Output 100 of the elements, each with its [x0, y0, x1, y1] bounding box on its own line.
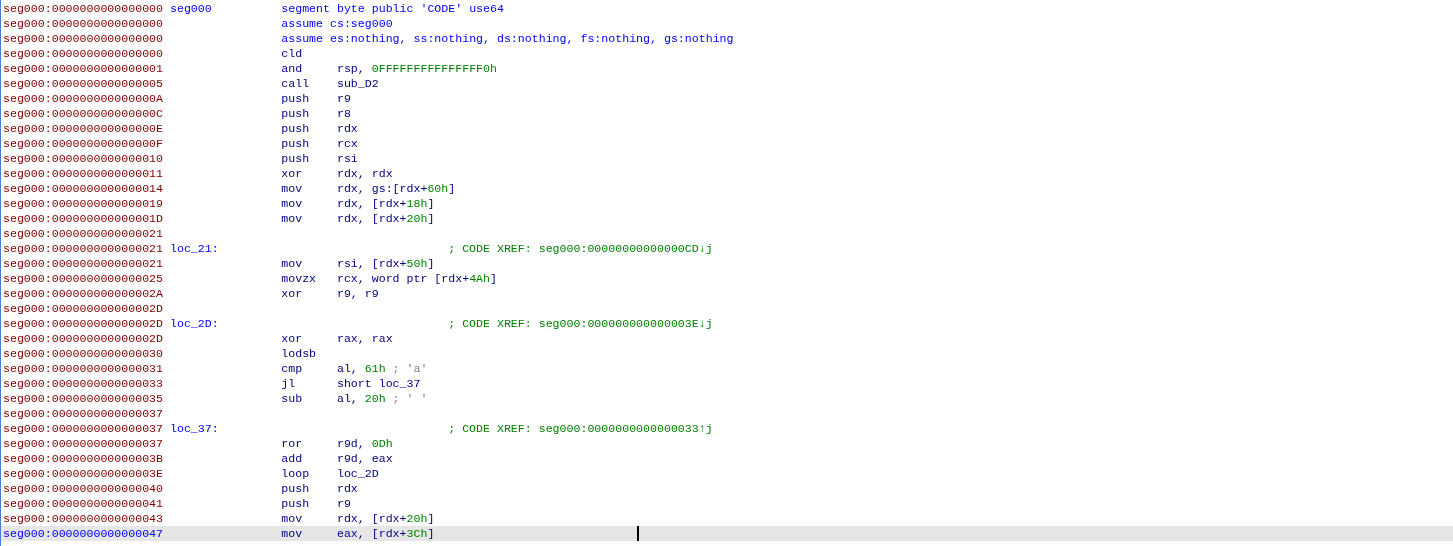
code-line[interactable]: seg000:0000000000000033 jl short loc_37	[1, 376, 1453, 391]
directive-text: assume es:nothing, ss:nothing, ds:nothing, fs:nothing, gs:nothing	[281, 31, 734, 46]
mnemonic: push	[281, 121, 311, 136]
mnemonic: loop	[281, 466, 311, 481]
code-line[interactable]: seg000:000000000000000E push rdx	[1, 121, 1453, 136]
address: seg000:000000000000003B	[3, 451, 165, 466]
operands: rcx	[336, 136, 358, 151]
operands: rsp, 0FFFFFFFFFFFFFFF0h	[336, 61, 497, 76]
code-line[interactable]: seg000:0000000000000000 seg000 segment byte public 'CODE' use64	[1, 1, 1453, 16]
code-line[interactable]: seg000:0000000000000011 xor rdx, rdx	[1, 166, 1453, 181]
code-line[interactable]: seg000:0000000000000000 assume cs:seg000	[1, 16, 1453, 31]
operands: r9, r9	[336, 286, 379, 301]
address: seg000:000000000000000C	[3, 106, 165, 121]
operands: rdx, [rdx+20h]	[336, 211, 435, 226]
address: seg000:0000000000000041	[3, 496, 165, 511]
xref-comment: ; CODE XREF: seg000:000000000000003E↓j	[448, 316, 713, 331]
mnemonic: push	[281, 151, 311, 166]
operands: eax, [rdx+3Ch]	[336, 526, 435, 541]
code-line[interactable]: seg000:000000000000002D	[1, 301, 1453, 316]
code-line[interactable]: seg000:0000000000000041 push r9	[1, 496, 1453, 511]
operands: rdx, [rdx+20h]	[336, 511, 435, 526]
mnemonic: call	[281, 76, 311, 91]
mnemonic: jl	[281, 376, 297, 391]
mnemonic: push	[281, 136, 311, 151]
code-line[interactable]: seg000:000000000000001D mov rdx, [rdx+20h]	[1, 211, 1453, 226]
code-line[interactable]: seg000:000000000000002D loc_2D: ; CODE XREF: seg000:000000000000003E↓j	[1, 316, 1453, 331]
operands: loc_2D	[336, 466, 379, 481]
code-line[interactable]: seg000:000000000000002D xor rax, rax	[1, 331, 1453, 346]
operands: rdx, rdx	[336, 166, 393, 181]
address: seg000:000000000000001D	[3, 211, 165, 226]
mnemonic: xor	[281, 331, 304, 346]
code-line[interactable]: seg000:000000000000002A xor r9, r9	[1, 286, 1453, 301]
address: seg000:0000000000000031	[3, 361, 165, 376]
operands: sub_D2	[336, 76, 379, 91]
code-line[interactable]: seg000:0000000000000000 assume es:nothing, ss:nothing, ds:nothing, fs:nothing, gs:nothing	[1, 31, 1453, 46]
mnemonic: xor	[281, 166, 304, 181]
address: seg000:0000000000000000	[3, 16, 165, 31]
mnemonic: lodsb	[281, 346, 318, 361]
address: seg000:0000000000000010	[3, 151, 165, 166]
code-line[interactable]: seg000:000000000000000F push rcx	[1, 136, 1453, 151]
mnemonic: mov	[281, 526, 304, 541]
code-line[interactable]: seg000:0000000000000021	[1, 226, 1453, 241]
code-line[interactable]: seg000:000000000000003E loop loc_2D	[1, 466, 1453, 481]
mnemonic: push	[281, 91, 311, 106]
mnemonic: mov	[281, 181, 304, 196]
address: seg000:0000000000000014	[3, 181, 165, 196]
code-line[interactable]: seg000:0000000000000014 mov rdx, gs:[rdx+60h]	[1, 181, 1453, 196]
address: seg000:0000000000000019	[3, 196, 165, 211]
operands: rdx, gs:[rdx+60h]	[336, 181, 456, 196]
label-name: loc_21:	[169, 242, 219, 255]
directive-text: assume cs:seg000	[281, 16, 393, 31]
operands: r9	[336, 496, 351, 511]
operands: r9	[336, 91, 351, 106]
code-line[interactable]: seg000:0000000000000040 push rdx	[1, 481, 1453, 496]
code-line[interactable]: seg000:0000000000000010 push rsi	[1, 151, 1453, 166]
address: seg000:0000000000000037	[3, 406, 165, 421]
label-name: seg000	[169, 2, 212, 15]
mnemonic: cmp	[281, 361, 304, 376]
code-line[interactable]: seg000:0000000000000031 cmp al, 61h ; 'a'	[1, 361, 1453, 376]
code-line[interactable]: seg000:0000000000000037	[1, 406, 1453, 421]
address: seg000:0000000000000000	[3, 31, 165, 46]
address: seg000:0000000000000030	[3, 346, 165, 361]
code-line[interactable]: seg000:0000000000000030 lodsb	[1, 346, 1453, 361]
address: seg000:000000000000000E	[3, 121, 165, 136]
address: seg000:0000000000000040	[3, 481, 165, 496]
code-line[interactable]: seg000:0000000000000021 loc_21: ; CODE XREF: seg000:00000000000000CD↓j	[1, 241, 1453, 256]
code-line[interactable]: seg000:000000000000000A push r9	[1, 91, 1453, 106]
mnemonic: xor	[281, 286, 304, 301]
address: seg000:000000000000002A	[3, 286, 165, 301]
address: seg000:0000000000000001	[3, 61, 165, 76]
operands: short loc_37	[336, 376, 421, 391]
mnemonic: and	[281, 61, 304, 76]
address: seg000:0000000000000021	[3, 256, 165, 271]
operands: r8	[336, 106, 351, 121]
text-cursor	[637, 526, 639, 541]
operands: rsi	[336, 151, 358, 166]
mnemonic: mov	[281, 256, 304, 271]
address: seg000:0000000000000047	[3, 526, 165, 541]
address: seg000:0000000000000033	[3, 376, 165, 391]
code-line[interactable]: seg000:0000000000000000 cld	[1, 46, 1453, 61]
address: seg000:000000000000000F	[3, 136, 165, 151]
mnemonic: push	[281, 481, 311, 496]
mnemonic: cld	[281, 46, 304, 61]
code-line[interactable]: seg000:0000000000000005 call sub_D2	[1, 76, 1453, 91]
code-line[interactable]: seg000:000000000000000C push r8	[1, 106, 1453, 121]
code-line[interactable]: seg000:0000000000000037 ror r9d, 0Dh	[1, 436, 1453, 451]
code-line[interactable]: seg000:0000000000000019 mov rdx, [rdx+18h]	[1, 196, 1453, 211]
code-line[interactable]: seg000:0000000000000043 mov rdx, [rdx+20h]	[1, 511, 1453, 526]
code-line[interactable]: seg000:0000000000000025 movzx rcx, word ptr [rdx+4Ah]	[1, 271, 1453, 286]
address: seg000:0000000000000000	[3, 1, 165, 16]
operands: rax, rax	[336, 331, 393, 346]
code-line[interactable]: seg000:0000000000000037 loc_37: ; CODE XREF: seg000:0000000000000033↑j	[1, 421, 1453, 436]
code-line[interactable]: seg000:0000000000000035 sub al, 20h ; ' '	[1, 391, 1453, 406]
code-line[interactable]: seg000:0000000000000001 and rsp, 0FFFFFFFFFFFFFFF0h	[1, 61, 1453, 76]
directive-text: segment byte public 'CODE' use64	[281, 1, 504, 16]
address: seg000:0000000000000021	[3, 241, 165, 256]
address: seg000:000000000000002D	[3, 331, 165, 346]
code-line[interactable]: seg000:000000000000003B add r9d, eax	[1, 451, 1453, 466]
address: seg000:0000000000000000	[3, 46, 165, 61]
code-line[interactable]: seg000:0000000000000021 mov rsi, [rdx+50h]	[1, 256, 1453, 271]
